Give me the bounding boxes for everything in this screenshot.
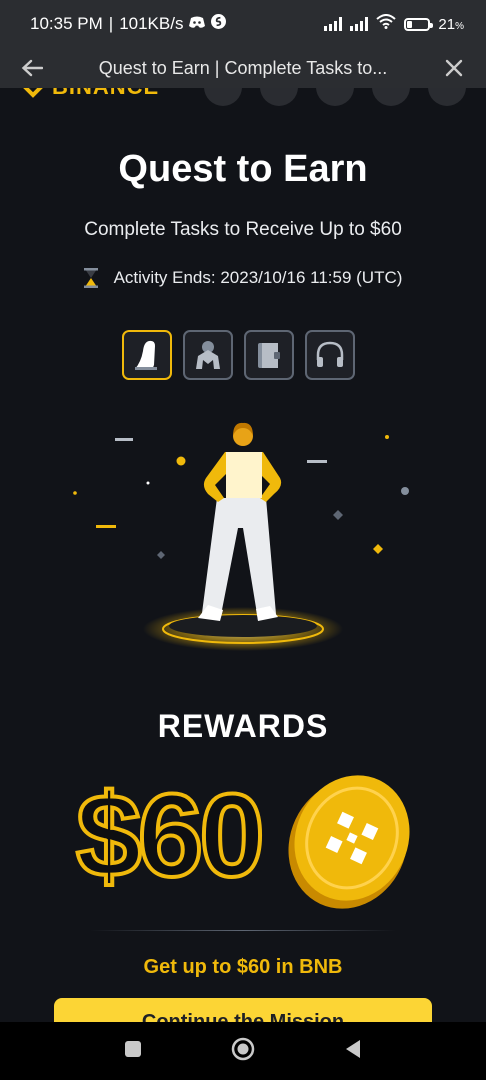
hero-subtitle: Complete Tasks to Receive Up to $60 [84, 219, 402, 240]
app-bar: Quest to Earn | Complete Tasks to... [0, 48, 486, 88]
tab-headphones[interactable] [305, 330, 355, 380]
reward-caption: Get up to $60 in BNB [143, 956, 343, 978]
signal-icon [324, 17, 343, 31]
wifi-icon [376, 14, 397, 34]
arrow-left-icon [21, 59, 43, 77]
battery-percent: 21 [438, 15, 456, 33]
divider [90, 930, 396, 931]
system-nav-bar [0, 1022, 486, 1080]
headphones-icon [316, 341, 344, 367]
continue-mission-button[interactable]: Continue the Mission [54, 998, 432, 1022]
web-content: BINANCE Quest to Earn Complete Tasks to … [0, 88, 486, 1022]
discord-icon [189, 14, 206, 34]
site-header: BINANCE [0, 88, 486, 108]
category-tabs [122, 330, 355, 380]
square-icon [125, 1040, 142, 1057]
brand-name: BINANCE [52, 88, 159, 100]
robot-claw-icon [196, 341, 220, 369]
back-nav-button[interactable] [344, 1039, 362, 1064]
activity-ends-text: Activity Ends: 2023/10/16 11:59 (UTC) [113, 268, 403, 287]
book-icon [258, 343, 280, 368]
tab-robot-claw[interactable] [183, 330, 233, 380]
signal-icon-2 [350, 17, 369, 31]
shazam-icon [211, 14, 227, 34]
header-icon-2[interactable] [260, 88, 298, 106]
circle-icon [231, 1037, 255, 1060]
bnb-coin-icon [288, 775, 410, 909]
header-icon-5[interactable] [428, 88, 466, 106]
page-title: Quest to Earn | Complete Tasks to... [98, 57, 388, 78]
home-button[interactable] [231, 1037, 255, 1066]
close-icon [445, 59, 463, 77]
reward-amount: $60 [76, 770, 261, 902]
hero-title: Quest to Earn [118, 148, 368, 190]
hourglass-icon [83, 268, 98, 288]
rewards-heading: REWARDS [157, 708, 329, 744]
back-button[interactable] [18, 54, 46, 82]
hero-illustration [73, 422, 409, 651]
binance-diamond-icon [23, 88, 43, 98]
reward-amount-display: $60 [66, 764, 426, 914]
close-button[interactable] [440, 54, 468, 82]
battery-icon [404, 17, 434, 31]
header-icon-4[interactable] [372, 88, 410, 106]
tab-ski-slope[interactable] [122, 330, 172, 380]
activity-ends-row: Activity Ends: 2023/10/16 11:59 (UTC) [0, 268, 486, 288]
tab-book[interactable] [244, 330, 294, 380]
status-network-speed: 101KB/s [119, 14, 184, 33]
recents-button[interactable] [124, 1040, 142, 1063]
header-icon-3[interactable] [316, 88, 354, 106]
ski-slope-icon [135, 340, 157, 370]
header-icon-1[interactable] [204, 88, 242, 106]
triangle-back-icon [345, 1039, 360, 1058]
status-bar: 10:35 PM | 101KB/s 21% [0, 0, 486, 48]
binance-logo[interactable]: BINANCE [22, 88, 159, 100]
status-time: 10:35 PM [30, 14, 103, 33]
